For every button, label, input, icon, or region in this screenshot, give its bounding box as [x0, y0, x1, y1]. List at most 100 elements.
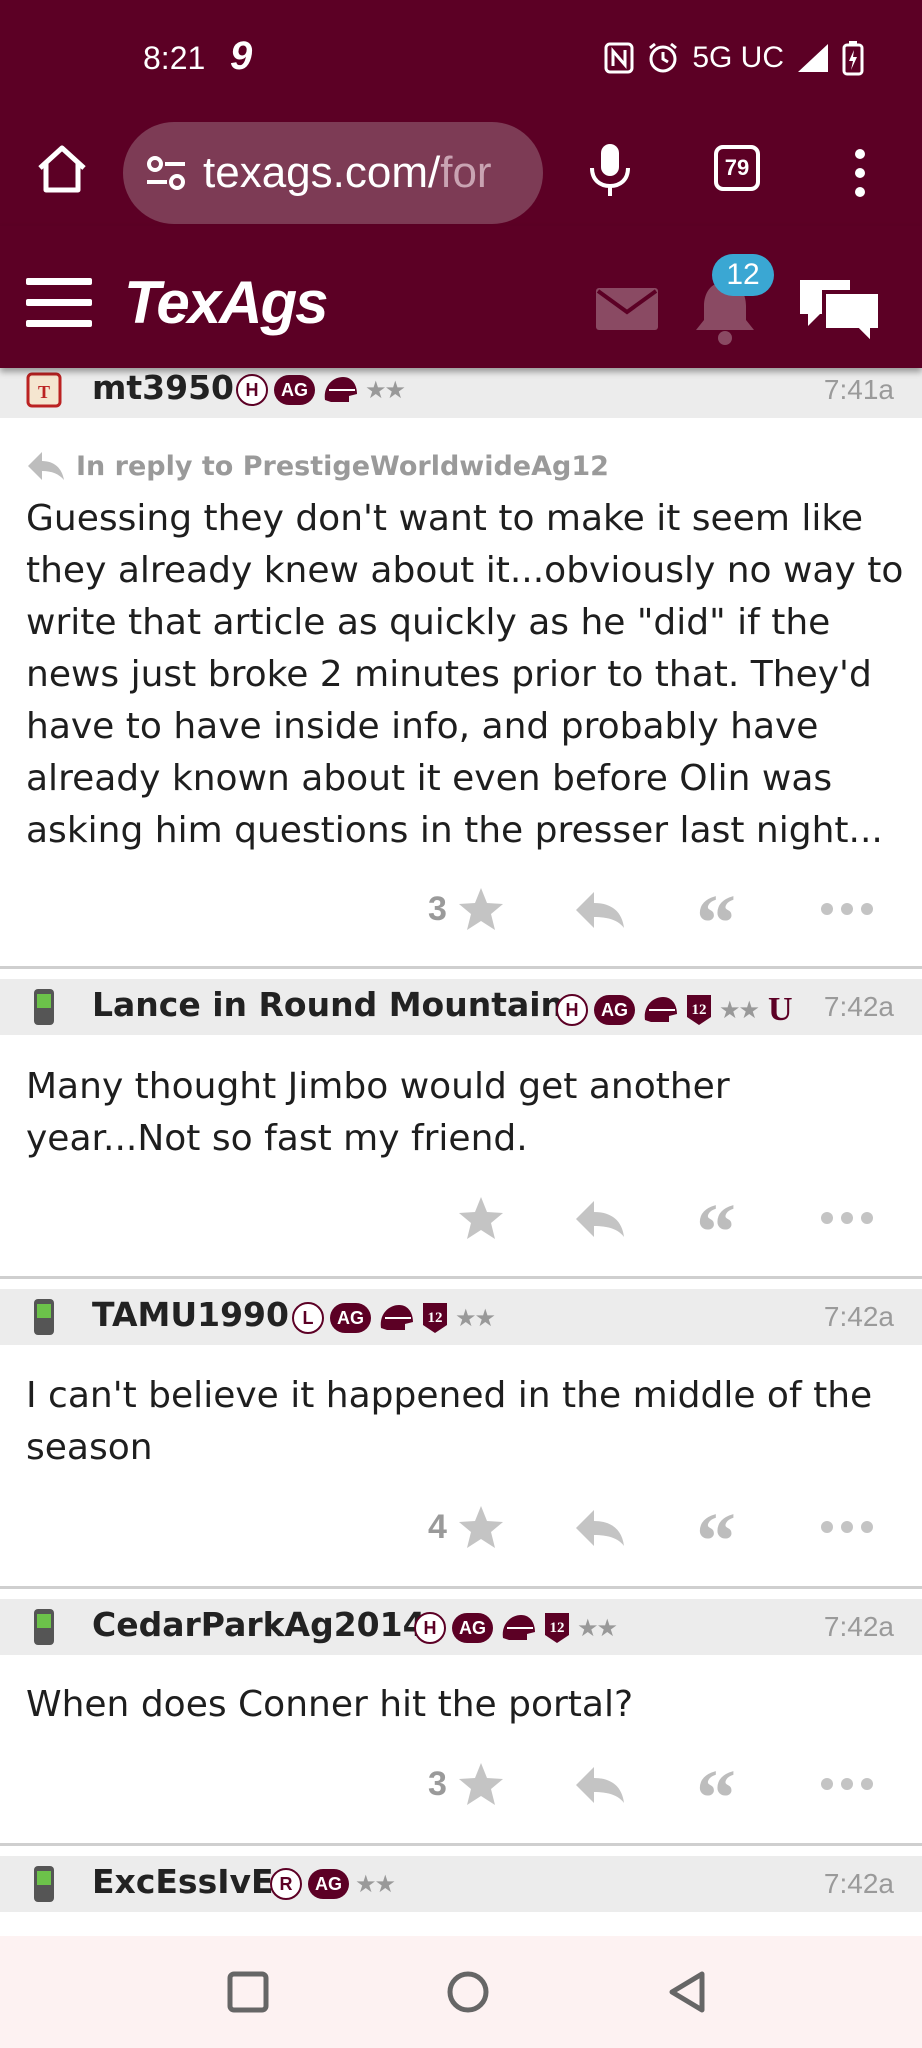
site-header: TexAgs 12 [0, 226, 922, 368]
nfc-icon [604, 42, 634, 74]
post-header: T mt3950 H AG ★★ 7:41a [0, 362, 922, 418]
membership-letter-badge: R [270, 1868, 302, 1900]
post-divider [0, 1586, 922, 1589]
browser-menu-icon[interactable] [850, 148, 870, 198]
svg-text:T: T [38, 382, 50, 402]
phone-avatar-icon[interactable] [24, 1297, 64, 1337]
username[interactable]: TAMU1990 [92, 1295, 289, 1334]
post-divider [0, 1843, 922, 1846]
reply-icon[interactable] [574, 890, 626, 930]
badge-12-text: 12 [692, 1002, 707, 1018]
url-text[interactable]: texags.com/for [203, 148, 492, 198]
username[interactable]: Lance in Round Mountain [92, 985, 564, 1024]
post-header: CedarParkAg2014 H AG 12 ★★ 7:42a [0, 1599, 922, 1655]
helmet-badge-icon [380, 1305, 413, 1330]
u-badge: U [768, 991, 793, 1028]
post-time[interactable]: 7:42a [824, 991, 894, 1023]
rank-stars: ★★ [455, 1304, 496, 1332]
recents-icon[interactable] [224, 1968, 272, 2016]
address-bar[interactable]: texags.com/for [123, 122, 543, 224]
site-settings-icon[interactable] [143, 150, 189, 196]
quote-icon[interactable]: “ [696, 1502, 736, 1558]
carrier-icon: 9 [230, 34, 253, 78]
status-icons: 5G UC [604, 40, 864, 76]
url-domain: texags.com/ [203, 148, 441, 197]
twelfth-man-badge-icon: 12 [423, 1303, 447, 1333]
rank-stars: ★★ [365, 376, 406, 404]
star-icon[interactable] [458, 886, 504, 932]
more-options-icon[interactable] [820, 1520, 874, 1534]
star-icon[interactable] [458, 1195, 504, 1241]
hamburger-menu-icon[interactable] [26, 278, 92, 328]
home-icon[interactable] [34, 140, 90, 196]
reply-to-text: In reply to PrestigeWorldwideAg12 [76, 450, 609, 482]
status-time: 8:21 [143, 40, 206, 76]
battery-icon [842, 41, 864, 76]
reply-arrow-icon [28, 452, 64, 480]
network-type: 5G UC [692, 41, 784, 74]
post-time[interactable]: 7:42a [824, 1611, 894, 1643]
in-reply-to[interactable]: In reply to PrestigeWorldwideAg12 [26, 450, 609, 482]
post-time[interactable]: 7:41a [824, 374, 894, 406]
rank-stars: ★★ [719, 996, 760, 1024]
more-options-icon[interactable] [820, 1211, 874, 1225]
phone-avatar-icon[interactable] [24, 987, 64, 1027]
microphone-icon[interactable] [584, 142, 636, 198]
post-actions: 4 “ [0, 1498, 922, 1558]
status-bar: 8:21 9 5G UC [0, 0, 922, 118]
star-count: 3 [428, 1765, 447, 1803]
home-circle-icon[interactable] [444, 1968, 492, 2016]
post-divider [0, 966, 922, 969]
quote-icon[interactable]: “ [696, 1759, 736, 1815]
user-badges: H AG 12 ★★ [414, 1611, 618, 1645]
url-path: for [440, 148, 492, 197]
username[interactable]: CedarParkAg2014 [92, 1605, 426, 1644]
star-icon[interactable] [458, 1504, 504, 1550]
mail-icon[interactable] [596, 288, 658, 330]
post-time[interactable]: 7:42a [824, 1868, 894, 1900]
username[interactable]: mt3950 [92, 368, 234, 407]
membership-letter-badge: H [236, 374, 268, 406]
user-badges: H AG ★★ [236, 374, 406, 406]
site-logo[interactable]: TexAgs [124, 268, 329, 337]
membership-letter-badge: L [292, 1302, 324, 1334]
star-count: 4 [428, 1508, 447, 1546]
post-body: Guessing they don't want to make it seem… [26, 498, 904, 851]
membership-letter-badge: H [556, 994, 588, 1026]
more-options-icon[interactable] [820, 1777, 874, 1791]
system-navigation-bar [0, 1936, 922, 2048]
post-header: Lance in Round Mountain H AG 12 ★★ U 7:4… [0, 979, 922, 1035]
helmet-badge-icon [502, 1615, 535, 1640]
post-actions: 3 “ [0, 880, 922, 940]
browser-toolbar: texags.com/for 79 [0, 118, 922, 226]
badge-12-text: 12 [428, 1310, 443, 1326]
ag-badge: AG [308, 1869, 349, 1899]
signal-icon [798, 44, 828, 72]
ag-badge: AG [274, 375, 315, 405]
rank-stars: ★★ [577, 1614, 618, 1642]
chat-icon[interactable] [796, 274, 884, 348]
more-options-icon[interactable] [820, 902, 874, 916]
phone-avatar-icon[interactable] [24, 1607, 64, 1647]
star-icon[interactable] [458, 1761, 504, 1807]
rank-stars: ★★ [355, 1870, 396, 1898]
post-time[interactable]: 7:42a [824, 1301, 894, 1333]
user-badges: R AG ★★ [270, 1868, 396, 1900]
quote-icon[interactable]: “ [696, 1193, 736, 1249]
reply-icon[interactable] [574, 1508, 626, 1548]
badge-12-text: 12 [550, 1620, 565, 1636]
quote-icon[interactable]: “ [696, 884, 736, 940]
helmet-badge-icon [324, 377, 357, 402]
username[interactable]: ExcEssIvE [92, 1862, 274, 1901]
reply-icon[interactable] [574, 1765, 626, 1805]
post-actions: 3 “ [0, 1755, 922, 1815]
notification-count-badge[interactable]: 12 [712, 254, 774, 296]
post-body: I can't believe it happened in the middl… [26, 1375, 873, 1468]
reply-icon[interactable] [574, 1199, 626, 1239]
alarm-icon [649, 42, 678, 73]
back-icon[interactable] [664, 1968, 712, 2016]
post-header: TAMU1990 L AG 12 ★★ 7:42a [0, 1289, 922, 1345]
phone-avatar-icon[interactable] [24, 1864, 64, 1904]
user-avatar[interactable]: T [24, 370, 64, 410]
tab-switcher-button[interactable]: 79 [714, 145, 760, 191]
